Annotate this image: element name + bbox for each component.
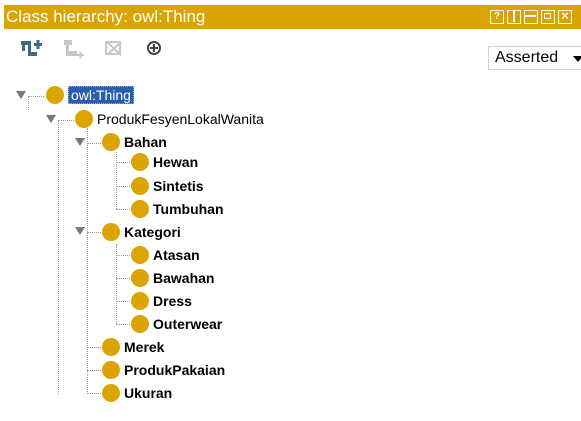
tree-connector xyxy=(116,186,130,187)
class-icon xyxy=(131,269,149,287)
tree-node-sintetis[interactable]: Sintetis xyxy=(131,175,204,197)
tree-connector xyxy=(87,143,101,144)
collapse-toggle-icon[interactable] xyxy=(46,115,56,123)
tree-connector xyxy=(116,255,130,256)
tree-node-bahan[interactable]: Bahan xyxy=(102,131,167,153)
tree-node-hewan[interactable]: Hewan xyxy=(131,151,198,173)
hierarchy-view-select[interactable]: Asserted xyxy=(488,46,581,70)
tree-connector xyxy=(87,128,88,392)
collapse-toggle-icon[interactable] xyxy=(16,91,26,99)
tree-node-tumbuhan[interactable]: Tumbuhan xyxy=(131,198,224,220)
window-controls xyxy=(490,10,572,24)
tree-node-dress[interactable]: Dress xyxy=(131,290,192,312)
tree-node-label: Sintetis xyxy=(153,178,204,194)
class-icon xyxy=(102,338,120,356)
class-icon xyxy=(46,86,64,104)
tree-connector xyxy=(87,393,101,394)
tree-node-produkpakaian[interactable]: ProdukPakaian xyxy=(102,359,225,381)
tree-node-outerwear[interactable]: Outerwear xyxy=(131,313,222,335)
tree-connector xyxy=(116,278,130,279)
tree-connector xyxy=(116,209,130,210)
tree-node-label: Bawahan xyxy=(153,270,215,286)
collapse-toggle-icon[interactable] xyxy=(75,138,85,146)
tree-node-owl-thing[interactable]: owl:Thing xyxy=(46,84,134,106)
tree-node-label: Atasan xyxy=(153,247,200,263)
tree-connector xyxy=(58,120,59,394)
tree-node-label: Bahan xyxy=(124,134,167,150)
add-sibling-button[interactable] xyxy=(62,38,86,60)
tree-node-label: Hewan xyxy=(153,154,199,170)
collapse-toggle-icon[interactable] xyxy=(75,227,85,235)
tree-node-label: Dress xyxy=(153,293,192,309)
class-icon xyxy=(131,153,149,171)
class-icon xyxy=(102,133,120,151)
crosshair-icon xyxy=(147,41,161,55)
tree-connector xyxy=(87,347,101,348)
tree-node-label: Merek xyxy=(124,339,165,355)
add-subclass-icon xyxy=(21,40,42,56)
tree-node-kategori[interactable]: Kategori xyxy=(102,221,181,243)
split-horizontal-icon[interactable] xyxy=(524,10,538,24)
tree-node-produkfesyenlokalwanita[interactable]: ProdukFesyenLokalWanita xyxy=(75,108,264,130)
tree-node-bawahan[interactable]: Bawahan xyxy=(131,267,214,289)
class-tree: owl:Thing ProdukFesyenLokalWanita Bahan … xyxy=(0,80,581,421)
tree-node-label: Outerwear xyxy=(153,316,223,332)
tree-connector xyxy=(116,162,130,163)
tree-node-label: Kategori xyxy=(124,224,181,240)
class-icon xyxy=(131,177,149,195)
tree-connector xyxy=(116,152,117,209)
tree-connector xyxy=(58,120,74,121)
tree-connector xyxy=(28,96,44,97)
class-icon xyxy=(131,246,149,264)
tree-node-atasan[interactable]: Atasan xyxy=(131,244,200,266)
tree-connector xyxy=(87,232,101,233)
tree-node-merek[interactable]: Merek xyxy=(102,336,164,358)
tree-connector xyxy=(116,324,130,325)
delete-class-icon xyxy=(105,41,122,56)
split-vertical-icon[interactable] xyxy=(507,10,521,24)
add-subclass-button[interactable] xyxy=(19,38,43,60)
tree-connector xyxy=(28,96,29,110)
tree-connector xyxy=(116,244,117,324)
tree-connector xyxy=(116,301,130,302)
class-icon xyxy=(131,200,149,218)
tree-node-ukuran[interactable]: Ukuran xyxy=(102,382,172,404)
tree-node-label: ProdukFesyenLokalWanita xyxy=(97,111,264,127)
tree-node-label: ProdukPakaian xyxy=(124,362,226,378)
class-icon xyxy=(131,292,149,310)
panel-title: Class hierarchy: owl:Thing xyxy=(6,7,206,26)
find-button[interactable] xyxy=(144,38,168,60)
chevron-down-icon xyxy=(573,56,581,62)
class-icon xyxy=(102,384,120,402)
tree-node-label: Tumbuhan xyxy=(153,201,224,217)
class-icon xyxy=(75,110,93,128)
maximize-icon[interactable] xyxy=(541,10,555,24)
help-icon[interactable] xyxy=(490,10,504,24)
panel-title-bar: Class hierarchy: owl:Thing xyxy=(4,5,581,29)
tree-node-label: owl:Thing xyxy=(68,86,134,104)
close-icon[interactable] xyxy=(558,10,572,24)
hierarchy-view-value: Asserted xyxy=(495,49,559,66)
class-icon xyxy=(131,315,149,333)
tree-connector xyxy=(87,370,101,371)
class-icon xyxy=(102,223,120,241)
class-icon xyxy=(102,361,120,379)
tree-node-label: Ukuran xyxy=(124,385,173,401)
add-sibling-icon xyxy=(64,40,84,59)
delete-class-button[interactable] xyxy=(103,38,127,60)
